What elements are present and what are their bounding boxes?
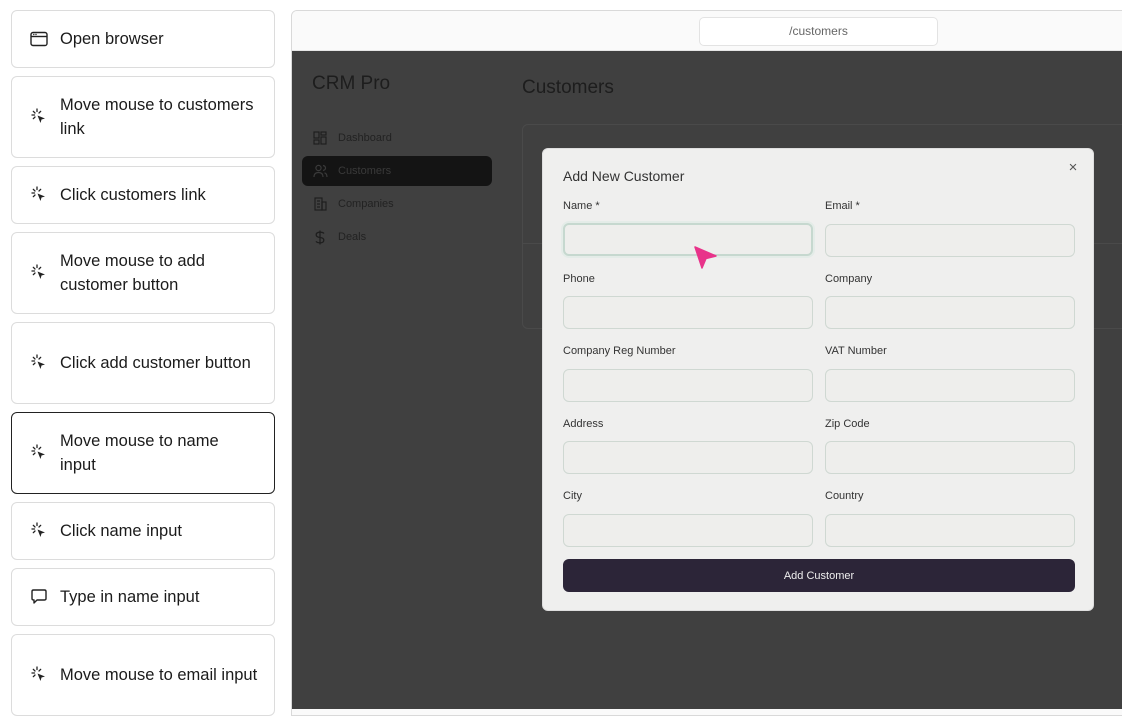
mouse-cursor-icon [694, 246, 717, 269]
city-label: City [563, 490, 582, 502]
users-icon [312, 163, 328, 179]
step-open-browser[interactable]: Open browser [11, 10, 275, 68]
country-label: Country [825, 490, 864, 502]
zip-input[interactable] [825, 441, 1075, 474]
pointer-click-icon [29, 353, 49, 373]
step-label: Move mouse to name input [60, 432, 219, 474]
vat-label: VAT Number [825, 345, 887, 357]
company-reg-input[interactable] [563, 369, 813, 402]
nav-item-deals[interactable]: Deals [302, 222, 492, 252]
step-move-add-customer-button[interactable]: Move mouse to add customer button [11, 232, 275, 314]
phone-label: Phone [563, 273, 595, 285]
nav-label: Companies [338, 198, 394, 210]
add-customer-dialog: Add New Customer × Name * Email * Phone … [542, 148, 1094, 611]
dollar-icon [312, 229, 328, 245]
address-input[interactable] [563, 441, 813, 474]
name-label: Name * [563, 200, 600, 212]
dialog-title: Add New Customer [563, 168, 685, 184]
nav-item-companies[interactable]: Companies [302, 189, 492, 219]
browser-window: /customers CRM Pro Dashboard Customers C… [291, 10, 1122, 716]
company-label: Company [825, 273, 873, 285]
step-click-add-customer-button[interactable]: Click add customer button [11, 322, 275, 404]
vat-input[interactable] [825, 369, 1075, 402]
city-input[interactable] [563, 514, 813, 547]
step-click-name-input[interactable]: Click name input [11, 502, 275, 560]
pointer-click-icon [29, 263, 49, 283]
dashboard-grid-icon [312, 130, 328, 146]
pointer-click-icon [29, 185, 49, 205]
name-input[interactable] [563, 223, 813, 256]
nav-item-customers[interactable]: Customers [302, 156, 492, 186]
pointer-click-icon [29, 443, 49, 463]
nav-item-dashboard[interactable]: Dashboard [302, 123, 492, 153]
email-input[interactable] [825, 224, 1075, 257]
step-label: Move mouse to add customer button [60, 252, 205, 294]
step-move-name-input[interactable]: Move mouse to name input [11, 412, 275, 494]
add-customer-button[interactable]: Add Customer [563, 559, 1075, 592]
step-label: Type in name input [60, 588, 200, 606]
step-move-customers-link[interactable]: Move mouse to customers link [11, 76, 275, 158]
step-label: Move mouse to customers link [60, 96, 254, 138]
page-title: Customers [522, 77, 614, 98]
browser-toolbar: /customers [292, 11, 1122, 51]
country-input[interactable] [825, 514, 1075, 547]
building-icon [312, 196, 328, 212]
page-viewport: CRM Pro Dashboard Customers Companies De… [292, 51, 1122, 709]
company-input[interactable] [825, 296, 1075, 329]
step-type-name-input[interactable]: Type in name input [11, 568, 275, 626]
step-label: Click name input [60, 522, 182, 540]
address-bar[interactable]: /customers [699, 17, 938, 46]
step-label: Move mouse to email input [60, 666, 258, 684]
browser-window-icon [29, 29, 49, 49]
nav-label: Deals [338, 231, 367, 243]
step-label: Open browser [60, 30, 164, 48]
step-list: Open browser Move mouse to customers lin… [0, 0, 286, 724]
step-click-customers-link[interactable]: Click customers link [11, 166, 275, 224]
step-move-email-input[interactable]: Move mouse to email input [11, 634, 275, 716]
email-label: Email * [825, 200, 860, 212]
pointer-click-icon [29, 521, 49, 541]
nav-label: Customers [338, 165, 392, 177]
pointer-click-icon [29, 665, 49, 685]
close-icon[interactable]: × [1066, 160, 1080, 175]
address-label: Address [563, 418, 604, 430]
step-label: Click add customer button [60, 354, 251, 372]
app-brand: CRM Pro [312, 73, 391, 94]
pointer-click-icon [29, 107, 49, 127]
zip-label: Zip Code [825, 418, 870, 430]
step-label: Click customers link [60, 186, 206, 204]
phone-input[interactable] [563, 296, 813, 329]
speech-bubble-icon [29, 587, 49, 607]
company-reg-label: Company Reg Number [563, 345, 676, 357]
nav-label: Dashboard [338, 132, 392, 144]
